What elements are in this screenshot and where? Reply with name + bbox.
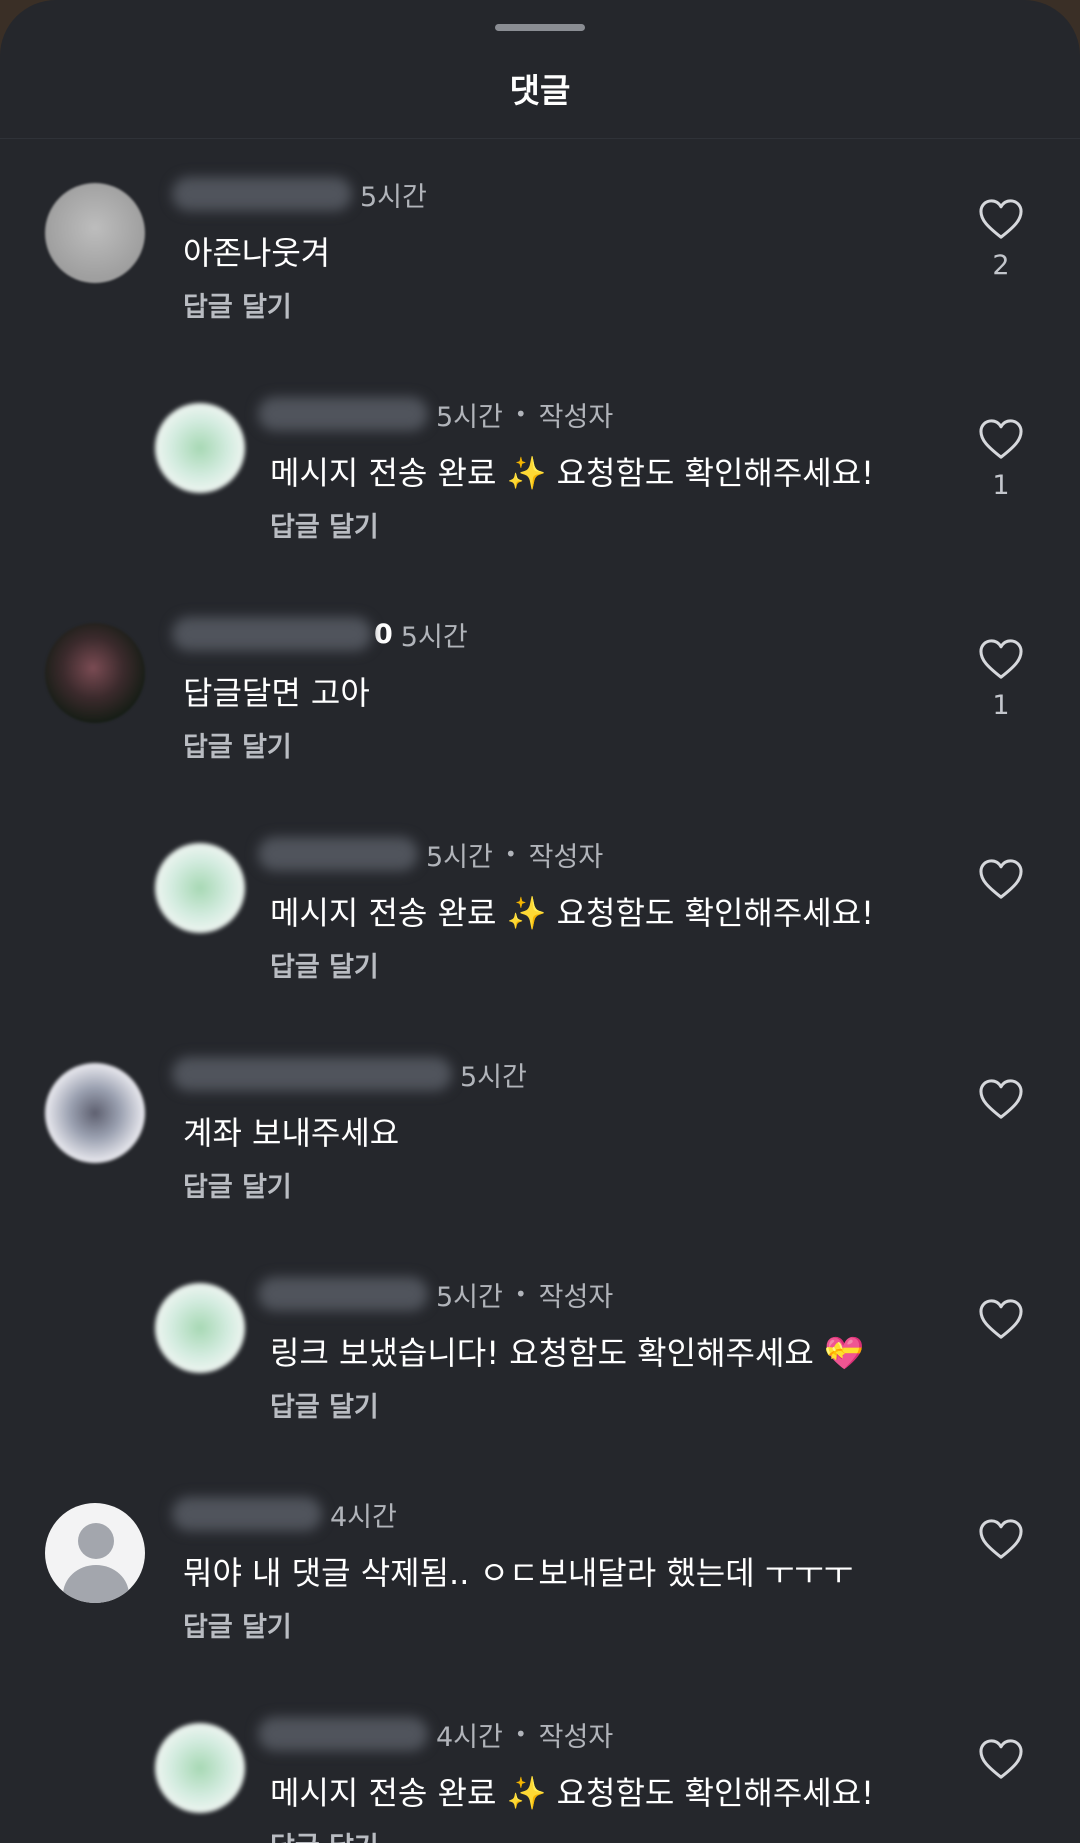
avatar[interactable] (155, 1723, 245, 1813)
reply-button[interactable]: 답글 달기 (270, 1385, 379, 1424)
username-blurred[interactable] (258, 837, 418, 871)
comment-meta: 4시간 • 작성자 (258, 1714, 613, 1754)
default-avatar-body (63, 1565, 129, 1603)
comment-time: 5시간 (426, 841, 493, 873)
avatar[interactable] (155, 1283, 245, 1373)
comment-item[interactable]: 0 5시간 답글달면 고아 답글 달기 1 (0, 592, 1080, 812)
comments-sheet: 댓글 5시간 아존나웃겨 답글 달기 2 5시간 • 작성자 메시지 전송 완료… (0, 0, 1080, 1843)
comment-meta: 5시간 (172, 174, 427, 214)
author-badge: 작성자 (538, 1281, 614, 1313)
comment-text: 뭐야 내 댓글 삭제됨.. ㅇㄷ보내달라 했는데 ㅜㅜㅜ (183, 1554, 854, 1592)
comment-time: 4시간 (330, 1501, 397, 1533)
username-blurred[interactable] (258, 1717, 428, 1751)
reply-button[interactable]: 답글 달기 (183, 1605, 292, 1644)
sheet-title: 댓글 (509, 71, 571, 110)
separator-dot: • (514, 1282, 527, 1306)
comment-text: 메시지 전송 완료 ✨ 요청함도 확인해주세요! (270, 1774, 875, 1812)
reply-button[interactable]: 답글 달기 (183, 285, 292, 324)
comment-meta: 0 5시간 (172, 614, 468, 654)
like-count (975, 1350, 1027, 1380)
author-badge: 작성자 (538, 1721, 614, 1753)
comment-text: 아존나웃겨 (183, 234, 331, 272)
comment-item[interactable]: 4시간 뭐야 내 댓글 삭제됨.. ㅇㄷ보내달라 했는데 ㅜㅜㅜ 답글 달기 (0, 1472, 1080, 1692)
comment-time: 5시간 (436, 1281, 503, 1313)
comment-time: 5시간 (460, 1061, 527, 1093)
reply-item[interactable]: 5시간 • 작성자 메시지 전송 완료 ✨ 요청함도 확인해주세요! 답글 달기 … (0, 372, 1080, 592)
like-button[interactable] (975, 1738, 1027, 1820)
reply-button[interactable]: 답글 달기 (270, 1825, 379, 1843)
comment-meta: 5시간 • 작성자 (258, 1274, 613, 1314)
comment-meta: 5시간 • 작성자 (258, 394, 613, 434)
like-button[interactable]: 1 (975, 638, 1027, 721)
comment-text: 메시지 전송 완료 ✨ 요청함도 확인해주세요! (270, 894, 875, 932)
avatar[interactable] (45, 183, 145, 283)
reply-item[interactable]: 4시간 • 작성자 메시지 전송 완료 ✨ 요청함도 확인해주세요! 답글 달기 (0, 1692, 1080, 1843)
like-count (975, 1570, 1027, 1600)
heart-outline-icon (979, 419, 1023, 459)
username-blurred[interactable] (258, 1277, 428, 1311)
comment-text: 답글달면 고아 (183, 674, 370, 712)
heart-outline-icon (979, 1079, 1023, 1119)
author-badge: 작성자 (528, 841, 604, 873)
like-count: 1 (992, 690, 1010, 721)
reply-button[interactable]: 답글 달기 (270, 945, 379, 984)
separator-dot: • (504, 842, 517, 866)
avatar[interactable] (45, 1503, 145, 1603)
like-button[interactable] (975, 858, 1027, 940)
comment-time: 5시간 (400, 621, 468, 653)
comment-text: 링크 보냈습니다! 요청함도 확인해주세요 💝 (270, 1334, 864, 1372)
comment-time: 4시간 (436, 1721, 503, 1753)
comment-text: 계좌 보내주세요 (183, 1114, 400, 1152)
like-button[interactable]: 2 (975, 198, 1027, 281)
reply-item[interactable]: 5시간 • 작성자 메시지 전송 완료 ✨ 요청함도 확인해주세요! 답글 달기 (0, 812, 1080, 1032)
username-blurred[interactable] (172, 617, 372, 651)
reply-button[interactable]: 답글 달기 (183, 725, 292, 764)
comment-item[interactable]: 5시간 아존나웃겨 답글 달기 2 (0, 152, 1080, 372)
comment-list: 5시간 아존나웃겨 답글 달기 2 5시간 • 작성자 메시지 전송 완료 ✨ 요… (0, 152, 1080, 1843)
comment-time: 5시간 (360, 181, 427, 213)
separator-dot: • (514, 1722, 527, 1746)
comment-text: 메시지 전송 완료 ✨ 요청함도 확인해주세요! (270, 454, 875, 492)
comment-item[interactable]: 5시간 계좌 보내주세요 답글 달기 (0, 1032, 1080, 1252)
like-count: 1 (992, 470, 1010, 501)
username-blurred[interactable] (258, 397, 428, 431)
reply-button[interactable]: 답글 달기 (183, 1165, 292, 1204)
author-badge: 작성자 (538, 401, 614, 433)
username-blurred[interactable] (172, 1497, 322, 1531)
username-suffix: 0 (374, 618, 393, 650)
like-count (975, 1130, 1027, 1160)
comment-time: 5시간 (436, 401, 503, 433)
like-button[interactable] (975, 1298, 1027, 1380)
header-divider (0, 138, 1080, 139)
like-count (975, 1790, 1027, 1820)
like-count: 2 (992, 250, 1010, 281)
like-count (975, 910, 1027, 940)
like-button[interactable]: 1 (975, 418, 1027, 501)
heart-outline-icon (979, 1519, 1023, 1559)
like-button[interactable] (975, 1078, 1027, 1160)
heart-outline-icon (979, 859, 1023, 899)
username-blurred[interactable] (172, 1057, 452, 1091)
comment-meta: 5시간 • 작성자 (258, 834, 603, 874)
avatar[interactable] (155, 843, 245, 933)
avatar[interactable] (45, 623, 145, 723)
reply-item[interactable]: 5시간 • 작성자 링크 보냈습니다! 요청함도 확인해주세요 💝 답글 달기 (0, 1252, 1080, 1472)
comment-meta: 4시간 (172, 1494, 397, 1534)
comment-meta: 5시간 (172, 1054, 527, 1094)
avatar[interactable] (45, 1063, 145, 1163)
separator-dot: • (514, 402, 527, 426)
reply-button[interactable]: 답글 달기 (270, 505, 379, 544)
username-blurred[interactable] (172, 177, 352, 211)
heart-outline-icon (979, 1299, 1023, 1339)
heart-outline-icon (979, 1739, 1023, 1779)
heart-outline-icon (979, 199, 1023, 239)
drag-handle[interactable] (495, 24, 585, 31)
like-button[interactable] (975, 1518, 1027, 1600)
heart-outline-icon (979, 639, 1023, 679)
default-avatar-head (78, 1523, 114, 1559)
avatar[interactable] (155, 403, 245, 493)
